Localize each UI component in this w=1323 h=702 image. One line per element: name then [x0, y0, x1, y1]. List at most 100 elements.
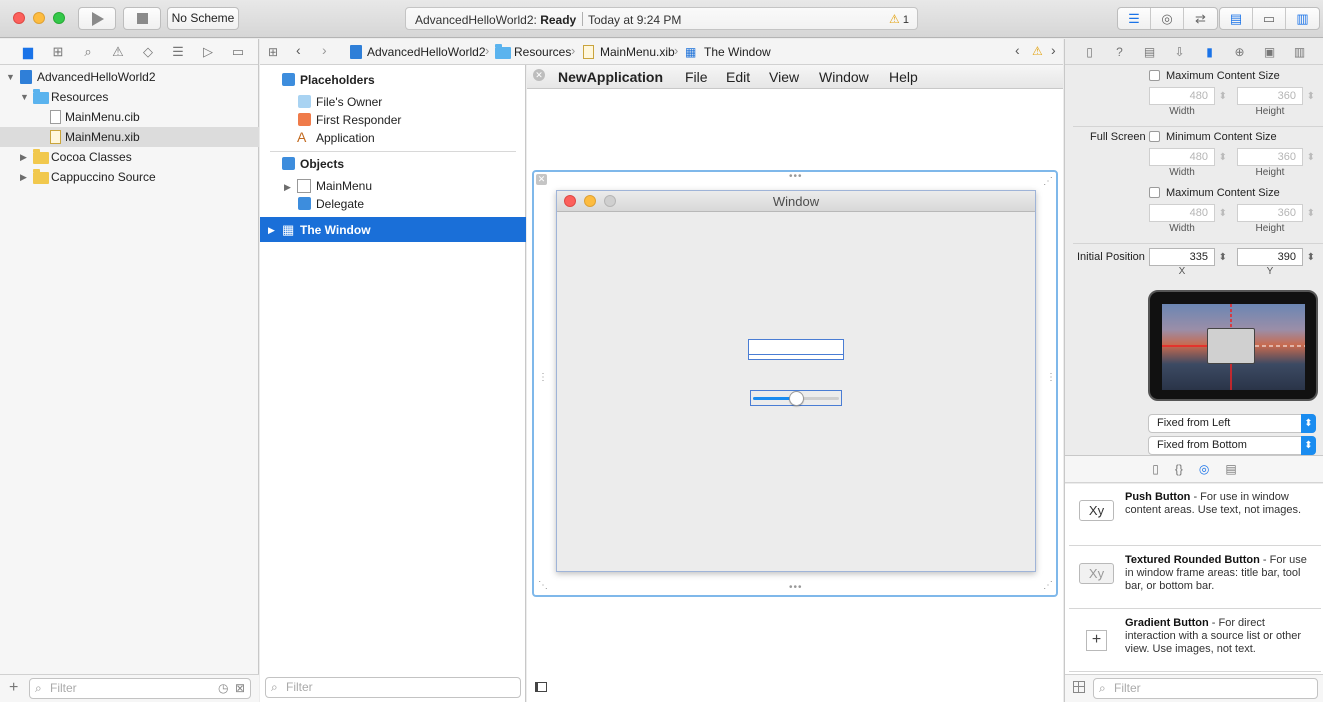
horizontal-slider[interactable]	[750, 390, 842, 406]
tree-item-cocoa-classes[interactable]: ▶ Cocoa Classes	[0, 147, 259, 167]
outline-item-files-owner[interactable]: File's Owner	[316, 95, 382, 109]
breadcrumb-window[interactable]: The Window	[704, 45, 771, 59]
size-inspector-icon[interactable]: ▮	[1199, 45, 1220, 59]
test-navigator-icon[interactable]: ◇	[138, 44, 158, 60]
media-library-icon[interactable]: ▤	[1225, 462, 1236, 476]
tree-item-project[interactable]: ▼ AdvancedHelloWorld2	[0, 67, 259, 87]
run-button[interactable]	[78, 7, 116, 30]
outline-toggle-icon[interactable]	[535, 682, 547, 692]
issue-navigator-icon[interactable]: ⚠	[108, 44, 128, 60]
assistant-editor-icon[interactable]: ◎	[1151, 8, 1184, 29]
file-inspector-icon[interactable]: ▯	[1079, 45, 1100, 59]
horizontal-position-select[interactable]: Fixed from Left	[1148, 414, 1316, 433]
menu-app-name[interactable]: NewApplication	[558, 69, 663, 85]
navigator-toggle-icon[interactable]: ▤	[1220, 8, 1253, 29]
tree-item-mainmenu-cib[interactable]: MainMenu.cib	[0, 107, 259, 127]
warning-icon[interactable]: ⚠	[1032, 44, 1043, 58]
add-icon[interactable]: +	[9, 679, 18, 697]
outline-item-the-window[interactable]: ▶ ▦ The Window	[260, 217, 526, 242]
recent-files-icon[interactable]: ◷	[218, 681, 228, 695]
position-y-field[interactable]: 390	[1237, 248, 1315, 266]
min-height-field[interactable]: 360	[1237, 148, 1315, 166]
forward-icon[interactable]: ›	[322, 42, 327, 58]
effects-inspector-icon[interactable]: ▥	[1289, 45, 1310, 59]
scheme-selector[interactable]: No Scheme	[167, 7, 239, 30]
minimize-window-button[interactable]	[33, 12, 45, 24]
breadcrumb-project[interactable]: AdvancedHelloWorld2	[367, 45, 486, 59]
resize-handle-bottom-right[interactable]: ⋰	[1043, 580, 1054, 591]
max-height-field[interactable]: 360	[1237, 87, 1315, 105]
outline-item-first-responder[interactable]: First Responder	[316, 113, 401, 127]
text-field[interactable]	[748, 339, 844, 360]
menu-window[interactable]: Window	[819, 69, 869, 85]
tree-item-cappuccino-source[interactable]: ▶ Cappuccino Source	[0, 167, 259, 187]
bindings-inspector-icon[interactable]: ▣	[1259, 45, 1280, 59]
close-window-button[interactable]	[13, 12, 25, 24]
folder-icon[interactable]: ▆	[18, 44, 38, 60]
code-snippet-library-icon[interactable]: {}	[1175, 462, 1183, 476]
search-icon[interactable]: ⌕	[78, 44, 98, 60]
file-template-library-icon[interactable]: ▯	[1152, 462, 1159, 476]
resize-handle-bottom-left[interactable]: ⋱	[538, 580, 549, 591]
tree-item-resources[interactable]: ▼ Resources	[0, 87, 259, 107]
library-filter-input[interactable]: Filter	[1093, 678, 1318, 699]
object-library-icon[interactable]: ◎	[1199, 462, 1209, 476]
standard-editor-icon[interactable]: ☰	[1118, 8, 1151, 29]
debug-area-toggle-icon[interactable]: ▭	[1253, 8, 1286, 29]
fs-max-height-field[interactable]: 360	[1237, 204, 1315, 222]
tree-item-mainmenu-xib[interactable]: MainMenu.xib	[0, 127, 259, 147]
breakpoint-navigator-icon[interactable]: ▷	[198, 44, 218, 60]
window-selection-frame[interactable]: ✕ ••• ⋰ ⋮ ⋮ ⋱ ••• ⋰ Window	[532, 170, 1058, 597]
close-menu-icon[interactable]: ✕	[533, 69, 545, 81]
outline-item-mainmenu[interactable]: MainMenu	[316, 179, 372, 193]
stop-button[interactable]	[123, 7, 161, 30]
warning-indicator[interactable]: ⚠ 1	[889, 12, 909, 26]
disclosure-closed-icon[interactable]: ▶	[20, 167, 27, 187]
fs-max-width-field[interactable]: 480	[1149, 204, 1227, 222]
max-width-field[interactable]: 480	[1149, 87, 1227, 105]
back-icon[interactable]: ‹	[296, 42, 301, 58]
max-content-size-checkbox[interactable]	[1149, 70, 1160, 81]
vertical-position-select[interactable]: Fixed from Bottom	[1148, 436, 1316, 455]
resize-handle-bottom[interactable]: •••	[789, 582, 803, 593]
disclosure-closed-icon[interactable]: ▶	[20, 147, 27, 167]
min-width-field[interactable]: 480	[1149, 148, 1227, 166]
menu-help[interactable]: Help	[889, 69, 918, 85]
resize-handle-top[interactable]: •••	[789, 171, 803, 182]
designed-window[interactable]: Window	[556, 190, 1036, 572]
library-item-gradient-button[interactable]: + Gradient Button - For direct interacti…	[1069, 610, 1321, 672]
version-editor-icon[interactable]: ⇄	[1184, 8, 1217, 29]
menu-file[interactable]: File	[685, 69, 708, 85]
menu-edit[interactable]: Edit	[726, 69, 750, 85]
outline-item-delegate[interactable]: Delegate	[316, 197, 364, 211]
resize-handle-left[interactable]: ⋮	[538, 372, 549, 383]
grid-view-icon[interactable]	[1073, 681, 1085, 693]
fs-max-content-size-checkbox[interactable]	[1149, 187, 1160, 198]
debug-navigator-icon[interactable]: ☰	[168, 44, 188, 60]
library-item-push-button[interactable]: Xy Push Button - For use in window conte…	[1069, 484, 1321, 546]
next-issue-icon[interactable]: ›	[1051, 42, 1056, 58]
disclosure-closed-icon[interactable]: ▶	[284, 182, 291, 193]
disclosure-open-icon[interactable]: ▼	[20, 87, 29, 107]
disclosure-open-icon[interactable]: ▼	[6, 67, 15, 87]
report-navigator-icon[interactable]: ▭	[228, 44, 248, 60]
help-inspector-icon[interactable]: ?	[1109, 45, 1130, 59]
outline-item-application[interactable]: Application	[316, 131, 375, 145]
breadcrumb-file[interactable]: MainMenu.xib	[600, 45, 675, 59]
slider-knob[interactable]	[788, 391, 804, 406]
connections-inspector-icon[interactable]: ⊕	[1229, 45, 1250, 59]
close-object-icon[interactable]: ✕	[536, 174, 547, 185]
identity-inspector-icon[interactable]: ▤	[1139, 45, 1160, 59]
library-item-textured-rounded-button[interactable]: Xy Textured Rounded Button - For use in …	[1069, 547, 1321, 609]
zoom-window-button[interactable]	[53, 12, 65, 24]
symbol-navigator-icon[interactable]: ⊞	[48, 44, 68, 60]
position-x-field[interactable]: 335	[1149, 248, 1227, 266]
resize-handle-top-right[interactable]: ⋰	[1043, 176, 1054, 187]
scm-filter-icon[interactable]: ⊠	[235, 681, 245, 695]
utilities-toggle-icon[interactable]: ▥	[1286, 8, 1319, 29]
outline-filter-input[interactable]: Filter	[265, 677, 521, 698]
breadcrumb-resources[interactable]: Resources	[514, 45, 571, 59]
interface-builder-canvas[interactable]: ✕ NewApplication File Edit View Window H…	[527, 65, 1063, 702]
menu-view[interactable]: View	[769, 69, 799, 85]
initial-position-preview[interactable]	[1148, 290, 1318, 401]
